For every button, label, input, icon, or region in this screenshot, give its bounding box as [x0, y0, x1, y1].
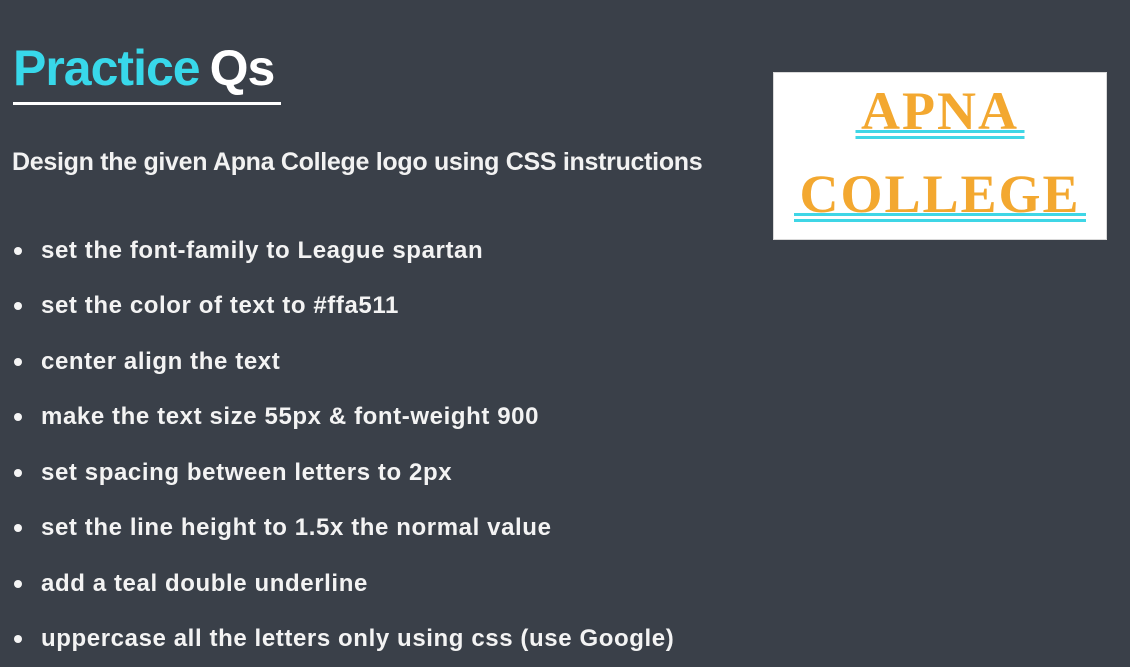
list-item: set the font-family to League spartan	[14, 223, 674, 279]
logo-double-underline-apna	[856, 130, 1025, 139]
list-item-text: set the font-family to League spartan	[41, 236, 483, 266]
title-word-qs: Qs	[210, 40, 275, 96]
apna-college-logo-example: APNA COLLEGE	[773, 72, 1107, 240]
title-block: PracticeQs	[13, 38, 283, 110]
list-item: set spacing between letters to 2px	[14, 445, 674, 501]
bullet-icon	[14, 635, 22, 643]
list-item-text: uppercase all the letters only using css…	[41, 624, 674, 654]
bullet-icon	[14, 413, 22, 421]
list-item-text: center align the text	[41, 347, 280, 377]
bullet-icon	[14, 524, 22, 532]
list-item-text: make the text size 55px & font-weight 90…	[41, 402, 539, 432]
list-item: add a teal double underline	[14, 556, 674, 612]
bullet-icon	[14, 302, 22, 310]
presentation-slide: PracticeQs Design the given Apna College…	[0, 0, 1130, 665]
list-item: set the line height to 1.5x the normal v…	[14, 501, 674, 557]
list-item-text: set the color of text to #ffa511	[41, 291, 399, 321]
bullet-icon	[14, 580, 22, 588]
list-item-text: add a teal double underline	[41, 569, 368, 599]
list-item: center align the text	[14, 334, 674, 390]
slide-subtitle: Design the given Apna College logo using…	[12, 146, 702, 178]
list-item: make the text size 55px & font-weight 90…	[14, 390, 674, 446]
logo-double-underline-college	[794, 213, 1086, 222]
instruction-list: set the font-family to League spartan se…	[14, 223, 674, 667]
list-item-text: set spacing between letters to 2px	[41, 458, 452, 488]
title-underline	[13, 102, 281, 105]
slide-title: PracticeQs	[13, 38, 283, 98]
bullet-icon	[14, 358, 22, 366]
list-item-text: set the line height to 1.5x the normal v…	[41, 513, 552, 543]
title-word-practice: Practice	[13, 40, 200, 96]
bullet-icon	[14, 469, 22, 477]
list-item: set the color of text to #ffa511	[14, 279, 674, 335]
list-item: uppercase all the letters only using css…	[14, 612, 674, 667]
bullet-icon	[14, 247, 22, 255]
